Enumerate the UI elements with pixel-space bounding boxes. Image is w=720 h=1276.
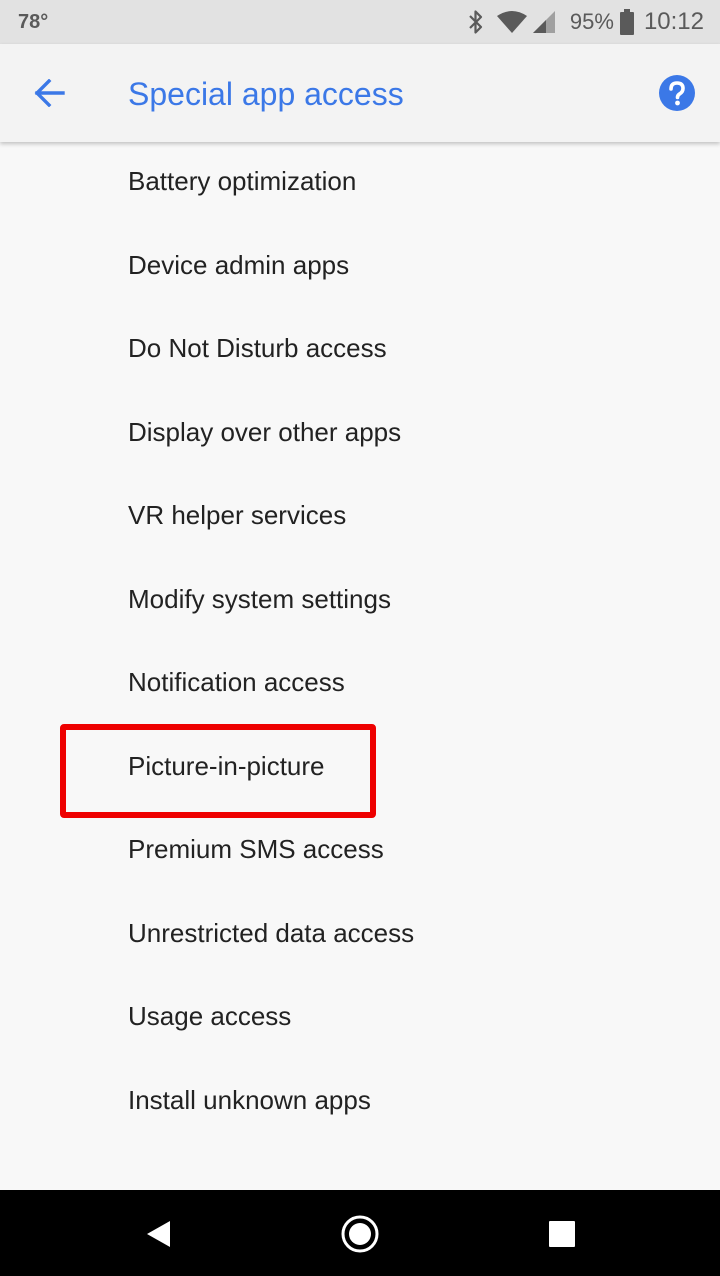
bluetooth-icon — [468, 9, 484, 35]
list-item-do-not-disturb-access[interactable]: Do Not Disturb access — [0, 309, 720, 393]
nav-home-icon — [341, 1215, 379, 1253]
help-icon — [659, 75, 695, 111]
list-item-vr-helper-services[interactable]: VR helper services — [0, 476, 720, 560]
back-button[interactable] — [26, 69, 74, 117]
list-item-label: Notification access — [128, 667, 345, 697]
list-item-label: Usage access — [128, 1001, 292, 1031]
list-item-device-admin-apps[interactable]: Device admin apps — [0, 226, 720, 310]
list-item-label: Unrestricted data access — [128, 917, 415, 948]
list-item-label: Picture-in-picture — [128, 750, 325, 781]
list-item-notification-access[interactable]: Notification access — [0, 643, 720, 727]
nav-recents-button[interactable] — [538, 1210, 586, 1258]
list-item-unrestricted-data-access[interactable]: Unrestricted data access — [0, 894, 720, 978]
list-item-usage-access[interactable]: Usage access — [0, 977, 720, 1061]
page-title: Special app access — [128, 76, 404, 112]
list-item-picture-in-picture[interactable]: Picture-in-picture — [0, 727, 720, 811]
back-arrow-icon — [34, 79, 65, 107]
list-item-label: Device admin apps — [128, 249, 350, 280]
list-item-premium-sms-access[interactable]: Premium SMS access — [0, 810, 720, 894]
nav-recents-icon — [549, 1221, 575, 1247]
list-item-label: Modify system settings — [128, 583, 391, 614]
list-item-label: Battery optimization — [128, 166, 357, 196]
nav-back-icon — [147, 1221, 170, 1247]
list-item-label: Install unknown apps — [128, 1084, 371, 1115]
status-temperature: 78° — [18, 11, 49, 33]
cell-signal-icon — [532, 10, 556, 34]
list-item-label: Premium SMS access — [128, 834, 384, 864]
list-item-modify-system-settings[interactable]: Modify system settings — [0, 560, 720, 644]
list-item-display-over-other-apps[interactable]: Display over other apps — [0, 393, 720, 477]
battery-percent: 95% — [569, 9, 614, 34]
list-item-label: Display over other apps — [128, 416, 402, 447]
list-item-label: Do Not Disturb access — [128, 333, 387, 363]
help-button[interactable] — [658, 74, 696, 112]
app-bar: Special app access — [0, 44, 720, 142]
list-item-battery-optimization[interactable]: Battery optimization — [0, 142, 720, 226]
list-item-install-unknown-apps[interactable]: Install unknown apps — [0, 1061, 720, 1145]
battery-icon — [619, 9, 634, 35]
status-icons: 95% 10:12 — [456, 0, 704, 44]
status-time: 10:12 — [643, 8, 704, 35]
settings-list: Battery optimization Device admin apps D… — [0, 142, 720, 1144]
nav-back-button[interactable] — [134, 1210, 182, 1258]
status-bar: 78° 95% 10:12 — [0, 0, 720, 44]
wifi-icon — [496, 10, 528, 34]
nav-home-button[interactable] — [336, 1210, 384, 1258]
list-item-label: VR helper services — [128, 500, 347, 530]
navigation-bar — [0, 1190, 720, 1276]
